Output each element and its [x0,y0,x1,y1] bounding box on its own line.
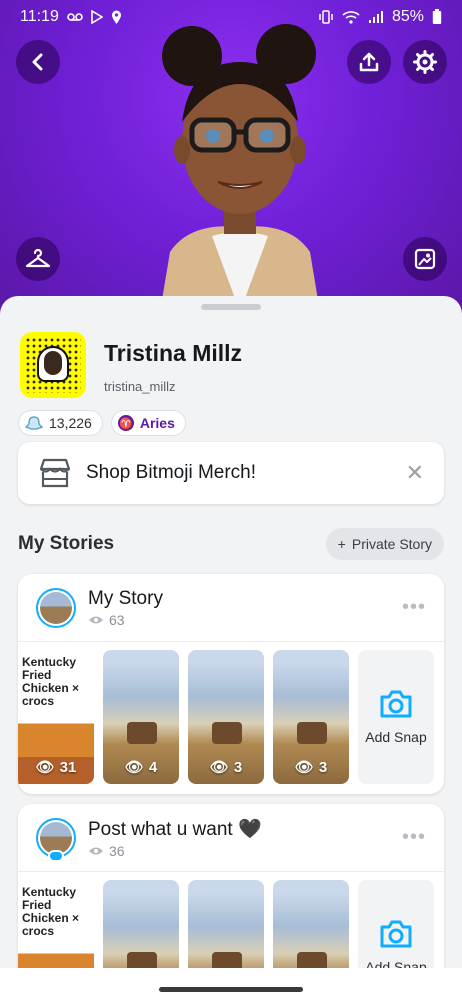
zodiac-chip[interactable]: ♈ Aries [110,410,186,436]
shop-merch-card[interactable]: Shop Bitmoji Merch! ✕ [18,442,444,504]
story-title: My Story [88,587,163,609]
eye-icon [89,847,103,854]
profile-name: Tristina Millz [104,340,243,366]
snap-image-detail [127,722,157,744]
bitmoji-selfie-button[interactable] [403,237,447,281]
photo-edit-icon [414,248,436,270]
status-bar: 11:19 85% [0,0,462,34]
private-story-button[interactable]: + Private Story [325,528,444,560]
shop-merch-label: Shop Bitmoji Merch! [86,462,257,483]
snap-view-count: 31 [59,758,77,776]
battery-percent: 85% [391,8,424,25]
story-thumbnail [36,817,76,862]
share-icon [359,52,379,72]
snap-view-count: 3 [318,758,328,776]
snap-score-icon [25,416,43,430]
signal-icon [368,10,384,24]
story-title: Post what u want 🖤 [88,818,262,840]
bitmoji-hero [0,0,462,320]
hanger-icon [25,248,51,268]
snap-views: 👁 31 [18,758,94,777]
stories-section-header: My Stories + Private Story [18,528,444,560]
story-view-count: 36 [109,842,125,859]
add-snap-label: Add Snap [365,729,427,745]
profile-username: tristina_millz [104,379,176,394]
snapcode-bitmoji [44,351,62,375]
settings-button[interactable] [403,40,447,84]
more-options-icon[interactable]: ••• [402,826,426,849]
sheet-handle[interactable] [201,304,261,310]
story-header[interactable]: My Story 63 ••• [18,574,444,642]
eye-icon: 👁 [209,759,229,776]
status-time: 11:19 [20,8,59,25]
outfit-button[interactable] [16,237,60,281]
story-views: 63 [88,612,402,628]
eye-icon [89,616,103,623]
snap-views: 👁 4 [103,758,179,777]
home-gesture-pill[interactable] [159,987,303,992]
snap-view-count: 3 [233,758,243,776]
eye-icon: 👁 [124,759,144,776]
snap-image-detail [212,722,242,744]
snap-views: 👁 3 [188,758,264,777]
story-thumbnail [36,587,76,628]
snap-thumbnail[interactable]: 👁 3 [273,650,349,784]
store-icon [39,458,71,488]
story-header[interactable]: Post what u want 🖤 36 ••• [18,804,444,872]
snap-row: Kentucky Fried Chicken × crocs 👁 31 👁 4 👁 3… [18,642,444,784]
close-icon[interactable]: ✕ [406,460,424,486]
profile-sheet: Tristina Millz tristina_millz 13,226 ♈ A… [0,296,462,1000]
voicemail-icon [67,12,83,22]
snap-thumbnail[interactable]: Kentucky Fried Chicken × crocs 👁 31 [18,650,94,784]
back-icon [32,53,43,71]
wifi-icon [342,10,360,24]
private-story-label: Private Story [351,536,432,552]
vibrate-icon [318,10,334,24]
eye-icon: 👁 [35,759,55,776]
back-button[interactable] [16,40,60,84]
snapcode[interactable] [20,332,86,398]
snap-caption: Kentucky Fried Chicken × crocs [22,885,80,938]
snap-score-value: 13,226 [49,415,92,431]
snap-image-detail [297,722,327,744]
more-options-icon[interactable]: ••• [402,596,426,619]
add-snap-button[interactable]: Add Snap [358,650,434,784]
bitmoji-avatar [160,24,320,312]
plus-icon: + [337,536,346,552]
eye-icon: 👁 [294,759,314,776]
snap-views: 👁 3 [273,758,349,777]
settings-icon [413,50,437,74]
camera-icon [380,920,412,948]
aries-icon: ♈ [117,415,134,431]
system-nav-bar [0,968,462,1000]
zodiac-label: Aries [139,415,175,431]
story-card[interactable]: My Story 63 ••• Kentucky Fried Chicken ×… [18,574,444,794]
location-icon [111,10,122,25]
section-title: My Stories [18,533,115,554]
snap-thumbnail[interactable]: 👁 4 [103,650,179,784]
snap-view-count: 4 [148,758,158,776]
snap-thumbnail[interactable]: 👁 3 [188,650,264,784]
group-badge-icon [48,849,64,862]
profile-header: Tristina Millz tristina_millz [20,332,242,398]
snap-caption: Kentucky Fried Chicken × crocs [22,655,80,708]
play-store-icon [91,10,103,24]
snap-score-chip[interactable]: 13,226 [18,410,103,436]
battery-icon [432,9,442,25]
story-view-count: 63 [109,611,125,628]
profile-chips: 13,226 ♈ Aries [18,410,186,436]
story-views: 36 [88,843,402,859]
camera-icon [380,690,412,718]
share-button[interactable] [347,40,391,84]
